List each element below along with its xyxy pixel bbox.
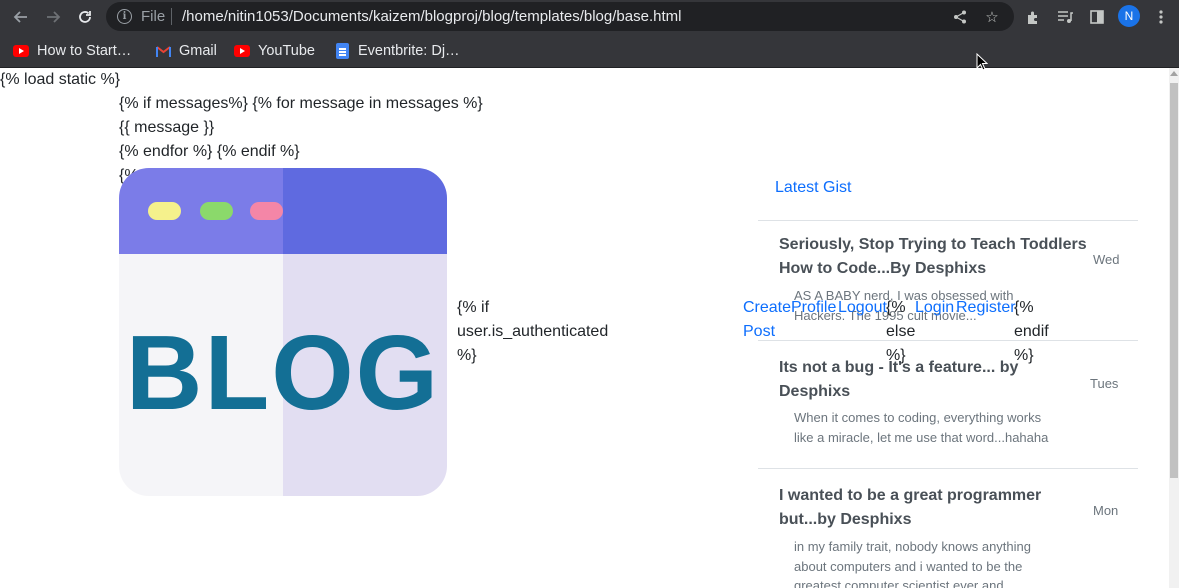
gist-post-excerpt: When it comes to coding, everything work…	[794, 410, 1049, 445]
bookmark-label: Eventbrite: Dj…	[358, 43, 460, 59]
gist-post-day: Tues	[1090, 376, 1119, 391]
docs-icon	[334, 43, 350, 59]
youtube-icon	[234, 43, 250, 59]
divider	[758, 468, 1138, 469]
url-text[interactable]: /home/nitin1053/Documents/kaizem/blogpro…	[182, 8, 681, 25]
scroll-thumb[interactable]	[1170, 83, 1178, 478]
gist-post-day: Wed	[1093, 252, 1120, 267]
vertical-scrollbar[interactable]	[1169, 68, 1179, 588]
gmail-icon	[155, 43, 171, 59]
extensions-icon[interactable]	[1022, 6, 1044, 28]
omnibox-divider	[171, 8, 172, 25]
template-else: {% else %}	[886, 299, 916, 364]
logo-text: BLOG	[126, 314, 440, 432]
reload-icon[interactable]	[74, 6, 96, 28]
template-endif: {% endif %}	[1014, 299, 1049, 364]
file-label: File	[141, 8, 166, 25]
browser-toolbar: i File /home/nitin1053/Documents/kaizem/…	[0, 0, 1179, 33]
bookmark-label: YouTube	[258, 43, 315, 59]
bookmark-gmail[interactable]: Gmail	[155, 41, 217, 61]
template-if-messages: {% if messages%} {% for message in messa…	[119, 95, 483, 112]
gist-post-title[interactable]: I wanted to be a great programmer but...…	[779, 484, 1089, 532]
template-if-auth: {% if user.is_authenticated %}	[457, 299, 609, 364]
star-icon[interactable]: ☆	[983, 8, 1001, 26]
info-icon[interactable]: i	[117, 9, 132, 24]
create-post-link[interactable]: Create Post	[743, 296, 791, 344]
latest-gist-link[interactable]: Latest Gist	[775, 179, 851, 197]
bookmark-youtube[interactable]: YouTube	[234, 41, 315, 61]
bookmark-label: Gmail	[179, 43, 217, 59]
bookmark-eventbrite[interactable]: Eventbrite: Dj…	[334, 41, 460, 61]
sidepanel-icon[interactable]	[1086, 6, 1108, 28]
page-content: {% load static %} {% if messages%} {% fo…	[0, 68, 1169, 588]
register-link[interactable]: Register	[956, 296, 1016, 320]
bookmark-label: How to Start…	[37, 43, 132, 59]
divider	[758, 340, 1138, 341]
media-icon[interactable]	[1054, 6, 1076, 28]
gist-post-day: Mon	[1093, 503, 1119, 518]
template-load-static: {% load static %}	[0, 71, 121, 88]
cursor-icon	[976, 53, 988, 71]
logout-link[interactable]: Logout	[838, 296, 887, 320]
login-link[interactable]: Login	[915, 296, 954, 320]
profile-avatar[interactable]: N	[1118, 5, 1140, 27]
template-endfor: {% endfor %} {% endif %}	[119, 143, 300, 160]
gist-post-title[interactable]: Seriously, Stop Trying to Teach Toddlers…	[779, 233, 1089, 281]
address-bar[interactable]: i File /home/nitin1053/Documents/kaizem/…	[106, 2, 1014, 31]
bookmark-how-to-start[interactable]: How to Start…	[13, 41, 131, 61]
blog-logo[interactable]: BLOG	[119, 168, 447, 496]
back-arrow-icon[interactable]	[10, 6, 32, 28]
scroll-up-icon[interactable]	[1170, 71, 1178, 76]
youtube-icon	[13, 43, 29, 59]
bookmarks-bar: How to Start… Gmail YouTube Eventbrite: …	[0, 33, 1179, 68]
divider	[758, 220, 1138, 221]
more-icon[interactable]	[1150, 6, 1172, 28]
profile-link[interactable]: Profile	[791, 296, 836, 320]
forward-arrow-icon[interactable]	[42, 6, 64, 28]
gist-post-excerpt: in my family trait, nobody knows anythin…	[794, 539, 1031, 588]
template-message: {{ message }}	[119, 119, 215, 136]
share-icon[interactable]	[951, 8, 969, 26]
